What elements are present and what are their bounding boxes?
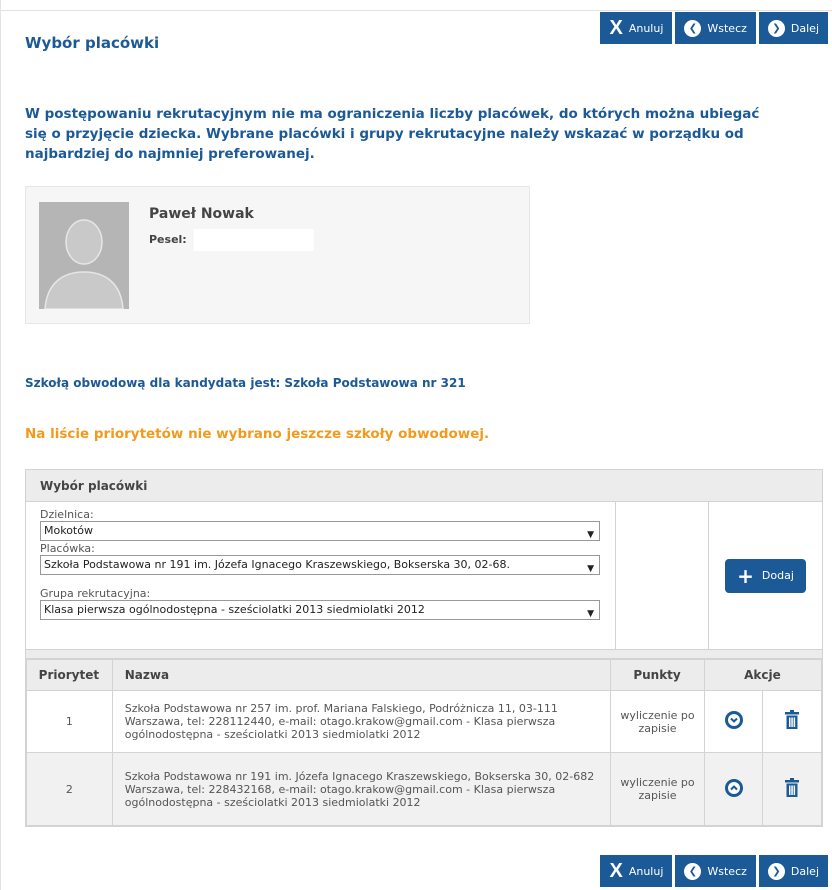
back-button[interactable]: ❮ Wstecz: [675, 12, 756, 44]
table-row: 1 Szkoła Podstawowa nr 257 im. prof. Mar…: [26, 690, 822, 753]
pesel-value: [194, 229, 314, 251]
close-icon: X: [609, 859, 623, 882]
panel-spacer: [26, 650, 822, 659]
row-name: Szkoła Podstawowa nr 257 im. prof. Maria…: [111, 690, 612, 753]
nav-buttons-top: X Anuluj ❮ Wstecz ❯ Dalej: [600, 12, 828, 44]
trash-icon: [785, 710, 800, 729]
next-button[interactable]: ❯ Dalej: [758, 855, 828, 887]
cancel-button[interactable]: X Anuluj: [600, 12, 673, 44]
district-school-info: Szkołą obwodową dla kandydata jest: Szko…: [25, 376, 466, 390]
candidate-card: Paweł Nowak Pesel:: [25, 186, 530, 324]
back-label: Wstecz: [707, 21, 747, 35]
avatar: [39, 202, 129, 309]
user-silhouette-icon: [39, 202, 129, 309]
school-select[interactable]: Szkoła Podstawowa nr 191 im. Józefa Igna…: [40, 555, 600, 575]
move-down-button[interactable]: [703, 690, 764, 753]
move-up-button[interactable]: [703, 752, 764, 826]
warning-message: Na liście priorytetów nie wybrano jeszcz…: [25, 426, 490, 442]
chevron-up-circle-icon: [724, 778, 743, 797]
school-label: Placówka:: [40, 542, 95, 555]
chevron-down-circle-icon: [724, 711, 743, 729]
district-select-value: Mokotów: [44, 524, 93, 537]
next-label: Dalej: [790, 21, 819, 35]
page-title: Wybór placówki: [25, 34, 160, 52]
delete-button[interactable]: [762, 752, 822, 826]
candidate-name: Paweł Nowak: [149, 206, 254, 222]
table-header-row: Priorytet Nazwa Punkty Akcje: [26, 659, 823, 691]
school-selection-panel: Wybór placówki Dzielnica: Mokotów ▼ Plac…: [25, 469, 823, 827]
col-name: Nazwa: [111, 659, 612, 691]
row-priority: 1: [26, 690, 113, 753]
col-actions: Akcje: [703, 659, 823, 691]
col-priority: Priorytet: [26, 659, 113, 691]
chevron-right-icon: ❯: [767, 862, 785, 880]
pesel-label: Pesel:: [149, 233, 187, 246]
delete-button[interactable]: [762, 690, 822, 753]
top-divider: [1, 10, 832, 11]
col-points: Punkty: [610, 659, 705, 691]
priority-table: Priorytet Nazwa Punkty Akcje 1 Szkoła Po…: [26, 659, 823, 826]
selection-spacer-cell: [616, 502, 709, 649]
row-name: Szkoła Podstawowa nr 191 im. Józefa Igna…: [111, 752, 612, 826]
add-cell: + Dodaj: [709, 502, 822, 649]
next-label: Dalej: [790, 864, 819, 878]
close-icon: X: [609, 16, 623, 39]
chevron-right-icon: ❯: [767, 19, 785, 37]
cancel-label: Anuluj: [628, 21, 664, 35]
selection-fields: Dzielnica: Mokotów ▼ Placówka: Szkoła Po…: [26, 502, 616, 649]
back-label: Wstecz: [707, 864, 747, 878]
group-select-value: Klasa pierwsza ogólnodostępna - sześciol…: [44, 603, 425, 616]
nav-buttons-bottom: X Anuluj ❮ Wstecz ❯ Dalej: [600, 855, 828, 887]
cancel-button[interactable]: X Anuluj: [600, 855, 673, 887]
next-button[interactable]: ❯ Dalej: [758, 12, 828, 44]
chevron-left-icon: ❮: [684, 19, 702, 37]
group-label: Grupa rekrutacyjna:: [40, 587, 151, 600]
row-points: wyliczenie po zapisie: [610, 752, 705, 826]
add-button[interactable]: + Dodaj: [725, 558, 806, 593]
back-button[interactable]: ❮ Wstecz: [675, 855, 756, 887]
trash-icon: [785, 777, 800, 797]
intro-text: W postępowaniu rekrutacyjnym nie ma ogra…: [25, 106, 760, 162]
chevron-left-icon: ❮: [684, 862, 702, 880]
page: X Anuluj ❮ Wstecz ❯ Dalej Wybór placówki…: [0, 0, 832, 890]
cancel-label: Anuluj: [628, 864, 664, 878]
add-label: Dodaj: [761, 569, 794, 582]
chevron-down-icon: ▼: [583, 605, 594, 619]
group-select[interactable]: Klasa pierwsza ogólnodostępna - sześciol…: [40, 600, 600, 620]
school-select-value: Szkoła Podstawowa nr 191 im. Józefa Igna…: [44, 558, 511, 571]
row-points: wyliczenie po zapisie: [610, 690, 705, 753]
selection-form: Dzielnica: Mokotów ▼ Placówka: Szkoła Po…: [26, 502, 822, 650]
chevron-down-icon: ▼: [583, 526, 594, 540]
plus-icon: +: [737, 563, 754, 588]
table-row: 2 Szkoła Podstawowa nr 191 im. Józefa Ig…: [26, 752, 822, 826]
chevron-down-icon: ▼: [583, 560, 594, 574]
row-priority: 2: [26, 752, 113, 826]
selection-header: Wybór placówki: [26, 470, 822, 502]
district-label: Dzielnica:: [40, 508, 94, 521]
district-select[interactable]: Mokotów ▼: [40, 521, 600, 541]
